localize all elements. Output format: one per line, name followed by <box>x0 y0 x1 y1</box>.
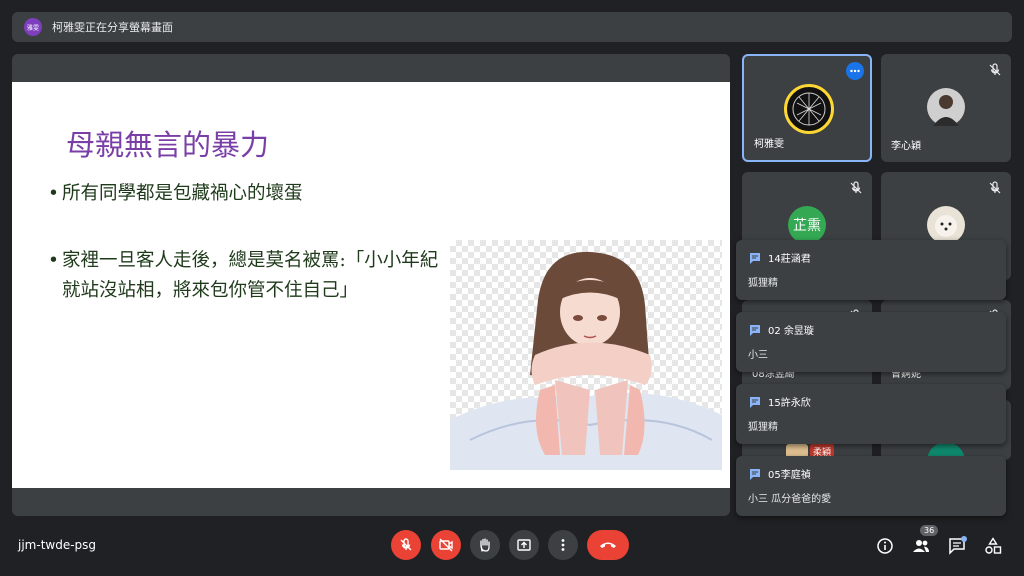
bullet-text: 家裡一旦客人走後，總是莫名被罵:「小小年紀就站沒站相，將來包你管不住自己」 <box>62 250 439 301</box>
chat-message: 小三 瓜分爸爸的愛 <box>748 494 832 505</box>
chat-message: 小三 <box>748 350 768 361</box>
slide-title: 母親無言的暴力 <box>66 128 270 162</box>
meeting-details-button[interactable] <box>875 536 895 556</box>
meeting-code: jjm-twde-psg <box>18 538 97 552</box>
chat-notification[interactable]: 14莊涵君 狐狸精 <box>736 240 1006 300</box>
raise-hand-button[interactable] <box>470 530 500 560</box>
presentation-area: 母親無言的暴力 • 所有同學都是包藏禍心的壞蛋 • 家裡一旦客人走後，總是莫名被… <box>12 54 730 516</box>
unread-indicator <box>961 536 967 542</box>
more-options-icon <box>561 539 565 551</box>
activities-icon <box>985 537 1002 554</box>
mic-off-icon <box>850 181 862 194</box>
presenting-text: 柯雅雯正在分享螢幕畫面 <box>52 21 173 34</box>
chat-message: 狐狸精 <box>748 422 778 433</box>
participant-avatar: 芷熏 <box>788 206 826 244</box>
chat-message: 狐狸精 <box>748 278 778 289</box>
present-icon <box>517 539 531 551</box>
participant-tile[interactable]: 李心穎 <box>881 54 1011 162</box>
raise-hand-icon <box>480 538 490 552</box>
info-icon <box>877 538 893 554</box>
chat-sender: 15許永欣 <box>768 398 811 409</box>
present-now-button[interactable] <box>509 530 539 560</box>
show-everyone-button[interactable] <box>911 536 931 556</box>
camera-off-icon <box>439 538 453 552</box>
chat-bubble-icon <box>750 252 760 264</box>
slide: 母親無言的暴力 • 所有同學都是包藏禍心的壞蛋 • 家裡一旦客人走後，總是莫名被… <box>12 82 730 488</box>
people-count-badge: 36 <box>920 525 939 536</box>
participant-name: 柯雅雯 <box>754 139 784 150</box>
slide-illustration <box>450 240 722 470</box>
chat-bubble-icon <box>750 396 760 408</box>
mic-off-icon <box>989 181 1001 194</box>
chat-bubble-icon <box>750 468 760 480</box>
presenter-avatar: 雅雯 <box>24 18 42 36</box>
presenting-banner: 雅雯 柯雅雯正在分享螢幕畫面 <box>12 12 1012 42</box>
mic-off-icon <box>989 63 1001 76</box>
mic-toggle-button[interactable] <box>391 530 421 560</box>
slide-bullet: • 家裡一旦客人走後，總是莫名被罵:「小小年紀就站沒站相，將來包你管不住自己」 <box>48 246 440 306</box>
more-options-icon[interactable] <box>846 62 864 80</box>
chat-notification[interactable]: 05李庭禎 小三 瓜分爸爸的愛 <box>736 456 1006 516</box>
people-icon <box>913 540 929 552</box>
leave-call-button[interactable] <box>587 530 629 560</box>
participant-avatar <box>927 88 965 126</box>
participant-tile[interactable]: 柯雅雯 <box>742 54 872 162</box>
bullet-marker: • <box>48 183 59 204</box>
end-call-icon <box>600 542 616 548</box>
participant-avatar <box>784 84 834 134</box>
participant-avatar <box>927 206 965 244</box>
more-options-button[interactable] <box>548 530 578 560</box>
participant-name: 李心穎 <box>891 141 921 152</box>
chat-sender: 02 余昱璇 <box>768 326 814 337</box>
bullet-marker: • <box>48 250 59 271</box>
chat-notification[interactable]: 15許永欣 狐狸精 <box>736 384 1006 444</box>
chat-sender: 14莊涵君 <box>768 254 811 265</box>
mic-off-icon <box>400 538 412 551</box>
chat-notification[interactable]: 02 余昱璇 小三 <box>736 312 1006 372</box>
bullet-text: 所有同學都是包藏禍心的壞蛋 <box>62 183 303 204</box>
activities-button[interactable] <box>983 536 1003 556</box>
chat-sender: 05李庭禎 <box>768 470 811 481</box>
camera-toggle-button[interactable] <box>431 530 461 560</box>
chat-bubble-icon <box>750 324 760 336</box>
slide-bullet: • 所有同學都是包藏禍心的壞蛋 <box>48 179 448 209</box>
